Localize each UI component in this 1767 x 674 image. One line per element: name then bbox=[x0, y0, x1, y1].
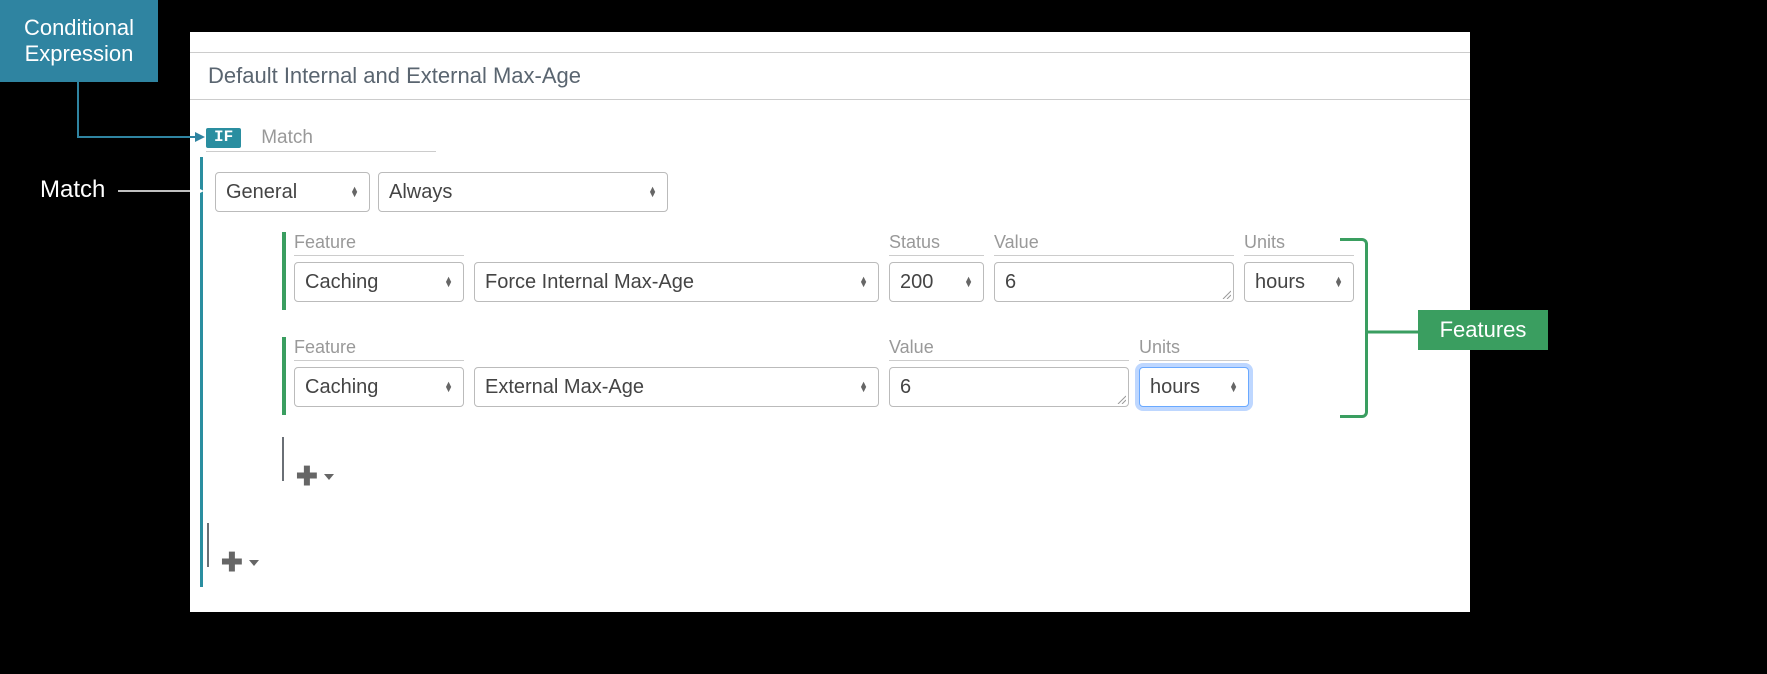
callout-features: Features bbox=[1418, 310, 1548, 350]
if-rule-line bbox=[200, 157, 203, 587]
feature-name-select[interactable]: External Max-Age ▲▼ bbox=[474, 367, 879, 407]
status-value: 200 bbox=[900, 271, 933, 294]
units-value: hours bbox=[1150, 376, 1200, 399]
add-feature-block: ✚ bbox=[282, 437, 334, 489]
add-feature-button[interactable]: ✚ bbox=[296, 457, 334, 489]
caret-down-icon bbox=[249, 560, 259, 566]
units-select[interactable]: hours ▲▼ bbox=[1244, 262, 1354, 302]
value-input[interactable]: 6 bbox=[994, 262, 1234, 302]
add-rule-block: ✚ bbox=[207, 523, 259, 575]
updown-icon: ▲▼ bbox=[859, 277, 868, 287]
callout-conditional-expression: Conditional Expression bbox=[0, 0, 158, 82]
match-category-select[interactable]: General ▲▼ bbox=[215, 172, 370, 212]
feature-name-value: Force Internal Max-Age bbox=[485, 271, 694, 294]
updown-icon: ▲▼ bbox=[859, 382, 868, 392]
feature-category-value: Caching bbox=[305, 271, 378, 294]
feature-category-select[interactable]: Caching ▲▼ bbox=[294, 262, 464, 302]
if-block: IF Match General ▲▼ Always ▲▼ Feature Ca… bbox=[200, 127, 436, 152]
value-input[interactable]: 6 bbox=[889, 367, 1129, 407]
add-marker bbox=[282, 437, 284, 481]
match-arrow bbox=[118, 184, 208, 198]
if-match-label: Match bbox=[261, 127, 313, 149]
status-label: Status bbox=[889, 232, 984, 256]
units-label: Units bbox=[1244, 232, 1354, 256]
plus-icon: ✚ bbox=[296, 463, 318, 489]
match-category-value: General bbox=[226, 181, 297, 204]
feature-category-label: Feature bbox=[294, 232, 464, 256]
plus-icon: ✚ bbox=[221, 549, 243, 575]
feature-marker bbox=[282, 232, 286, 310]
value-label: Value bbox=[994, 232, 1234, 256]
units-label: Units bbox=[1139, 337, 1249, 361]
updown-icon: ▲▼ bbox=[1229, 382, 1238, 392]
callout-conditional-line2: Expression bbox=[25, 41, 134, 67]
feature-category-value: Caching bbox=[305, 376, 378, 399]
updown-icon: ▲▼ bbox=[350, 187, 359, 197]
feature-item: Feature Caching ▲▼ External Max-Age ▲▼ V… bbox=[282, 337, 1249, 407]
feature-name-select[interactable]: Force Internal Max-Age ▲▼ bbox=[474, 262, 879, 302]
status-select[interactable]: 200 ▲▼ bbox=[889, 262, 984, 302]
if-badge: IF bbox=[206, 128, 241, 148]
spacer-label bbox=[474, 233, 879, 256]
updown-icon: ▲▼ bbox=[648, 187, 657, 197]
bracket-connector bbox=[1368, 324, 1418, 340]
callout-conditional-line1: Conditional bbox=[24, 15, 134, 41]
rule-title: Default Internal and External Max-Age bbox=[208, 63, 1452, 89]
value-label: Value bbox=[889, 337, 1129, 361]
feature-category-label: Feature bbox=[294, 337, 464, 361]
features-bracket bbox=[1340, 238, 1368, 418]
if-header: IF Match bbox=[206, 127, 436, 152]
rule-title-row: Default Internal and External Max-Age bbox=[190, 52, 1470, 100]
add-rule-button[interactable]: ✚ bbox=[221, 543, 259, 575]
callout-match: Match bbox=[40, 176, 105, 204]
value-text: 6 bbox=[900, 376, 911, 399]
feature-marker bbox=[282, 337, 286, 415]
updown-icon: ▲▼ bbox=[964, 277, 973, 287]
spacer-label bbox=[474, 338, 879, 361]
units-value: hours bbox=[1255, 271, 1305, 294]
match-condition-value: Always bbox=[389, 181, 452, 204]
updown-icon: ▲▼ bbox=[444, 277, 453, 287]
add-marker bbox=[207, 523, 209, 567]
match-condition-select[interactable]: Always ▲▼ bbox=[378, 172, 668, 212]
feature-item: Feature Caching ▲▼ Force Internal Max-Ag… bbox=[282, 232, 1354, 302]
feature-name-value: External Max-Age bbox=[485, 376, 644, 399]
resize-icon bbox=[1221, 289, 1231, 299]
conditional-arrow bbox=[75, 82, 210, 142]
match-row: General ▲▼ Always ▲▼ bbox=[215, 172, 668, 212]
caret-down-icon bbox=[324, 474, 334, 480]
value-text: 6 bbox=[1005, 271, 1016, 294]
resize-icon bbox=[1116, 394, 1126, 404]
units-select[interactable]: hours ▲▼ bbox=[1139, 367, 1249, 407]
feature-category-select[interactable]: Caching ▲▼ bbox=[294, 367, 464, 407]
rule-panel: Default Internal and External Max-Age IF… bbox=[190, 32, 1470, 612]
updown-icon: ▲▼ bbox=[444, 382, 453, 392]
